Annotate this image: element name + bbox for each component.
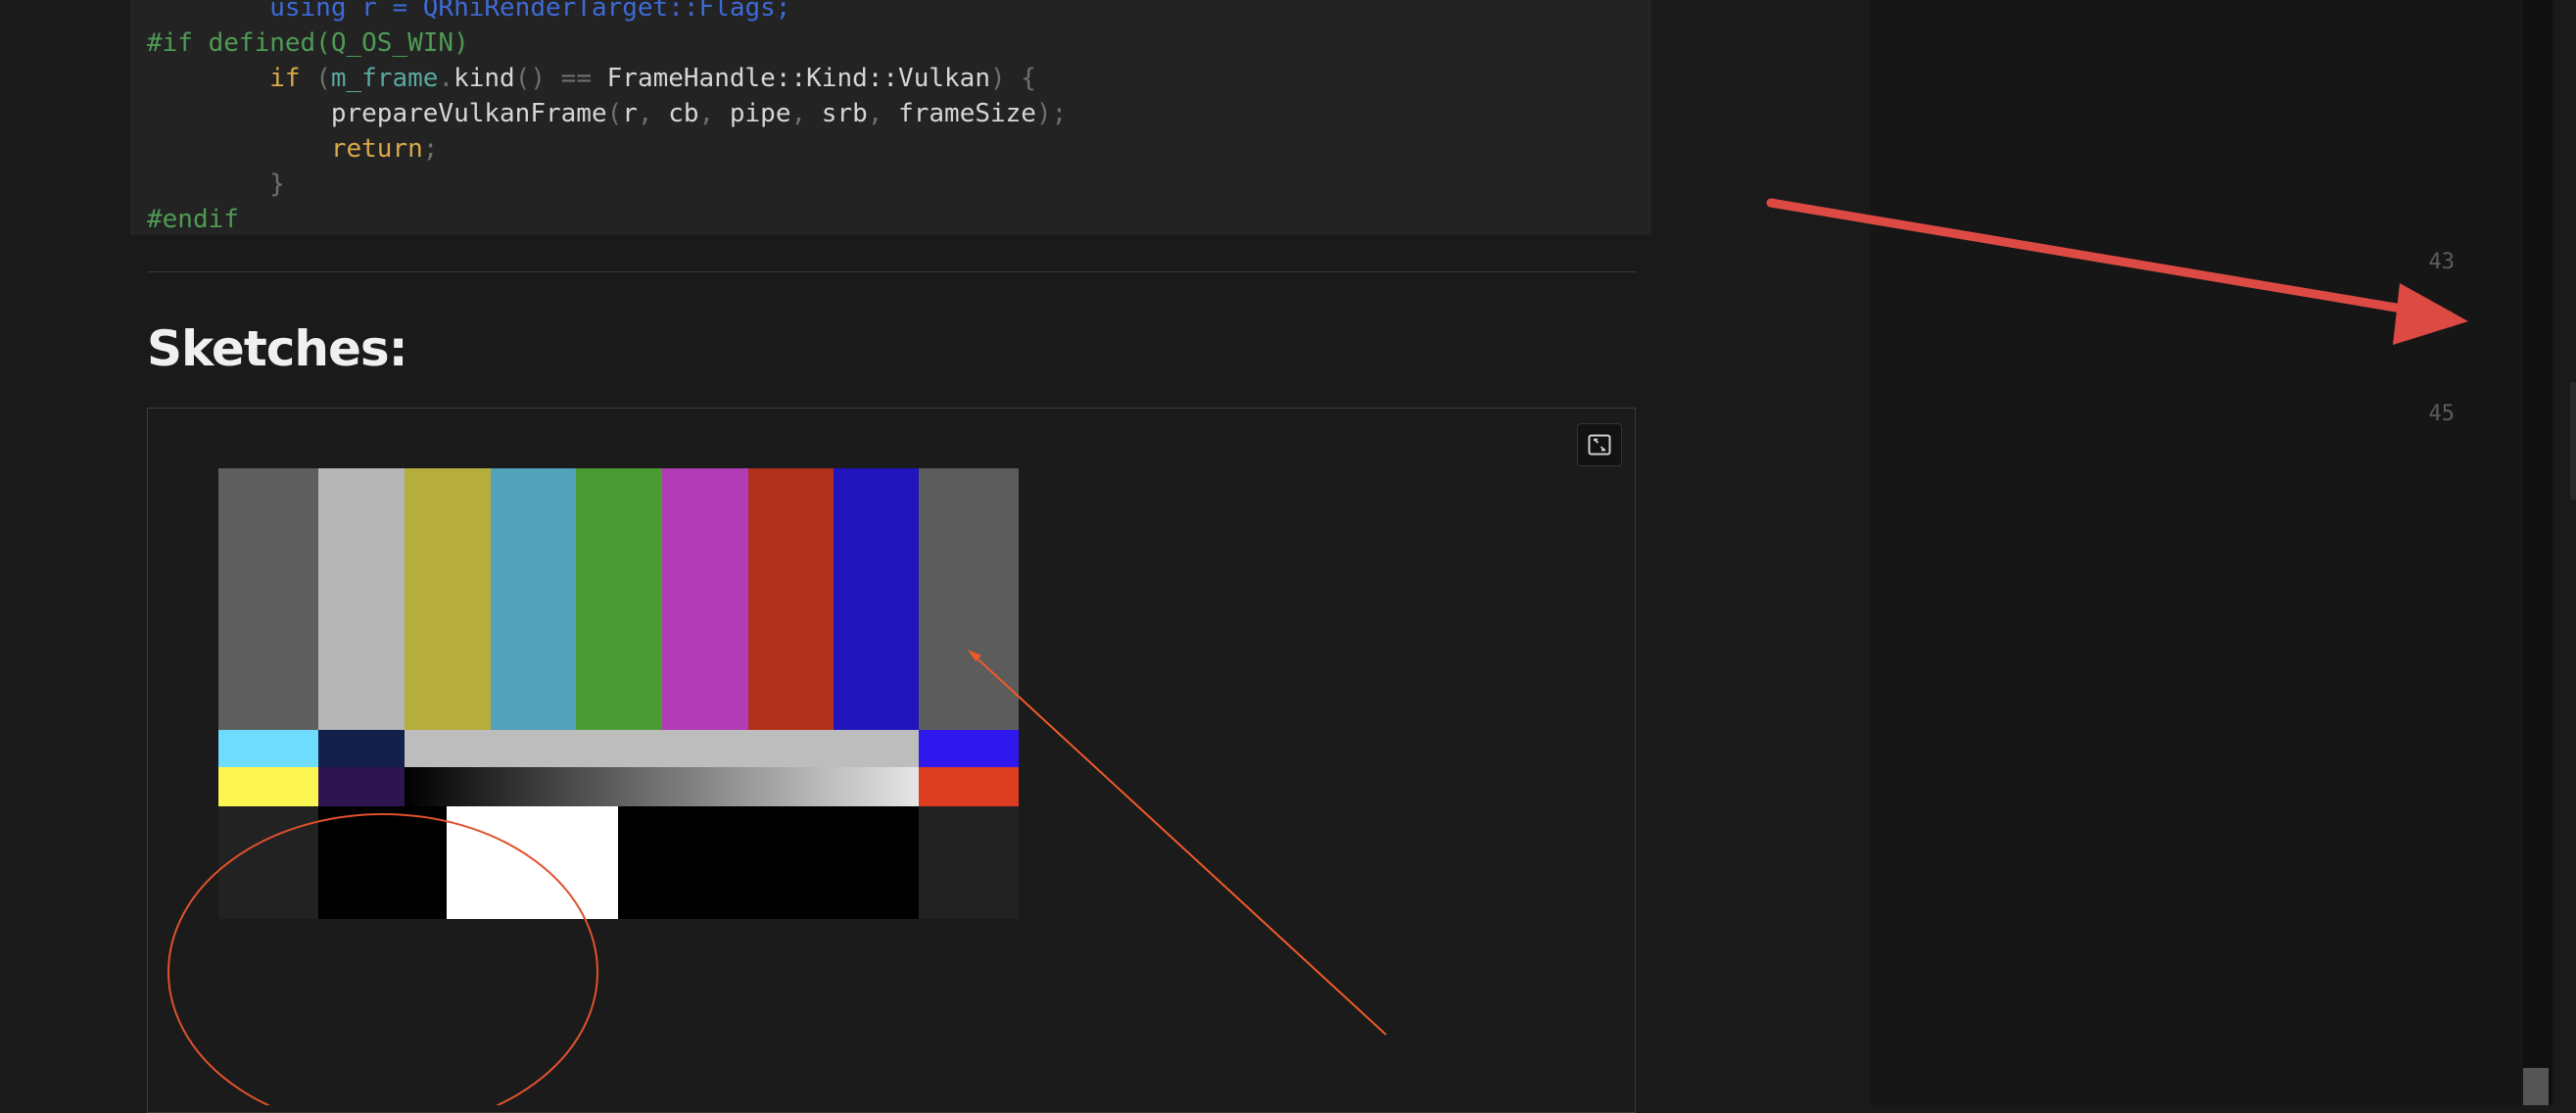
annotation-overlay bbox=[167, 198, 2468, 1105]
thin-arrow-annotation bbox=[968, 650, 1387, 1036]
big-arrow-annotation bbox=[1766, 198, 2468, 345]
ellipse-annotation bbox=[167, 813, 598, 1105]
